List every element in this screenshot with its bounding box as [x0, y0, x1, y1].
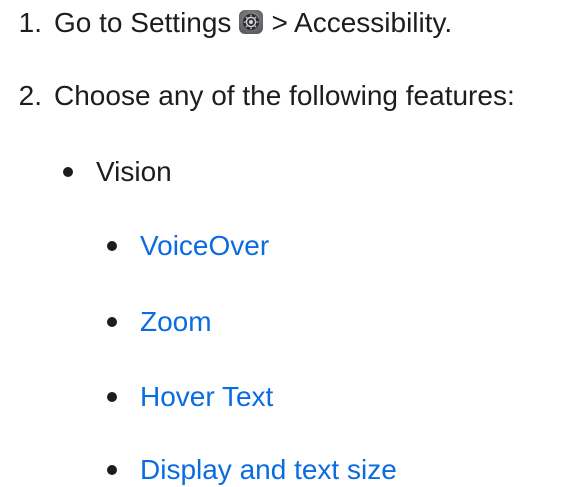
- step-text-after: > Accessibility.: [271, 7, 453, 38]
- bullet-icon: [107, 241, 117, 251]
- step-number: 2.: [18, 80, 42, 111]
- bullet-icon: [107, 317, 117, 327]
- bullet-icon: [107, 465, 117, 475]
- bullet-icon: [63, 167, 73, 177]
- step-text: Choose any of the following features:: [54, 80, 515, 111]
- voiceover-link[interactable]: VoiceOver: [140, 229, 269, 263]
- step-1: 1. Go to Settings > Accessibility.: [0, 6, 453, 40]
- list-item-hover-text: Hover Text: [107, 380, 273, 414]
- step-2: 2. Choose any of the following features:: [0, 79, 515, 113]
- category-vision: Vision: [63, 155, 172, 189]
- step-number: 1.: [18, 7, 42, 38]
- category-label: Vision: [96, 156, 172, 187]
- display-and-text-size-link[interactable]: Display and text size: [140, 453, 397, 487]
- bullet-icon: [107, 392, 117, 402]
- list-item-zoom: Zoom: [107, 305, 212, 339]
- zoom-link[interactable]: Zoom: [140, 305, 212, 339]
- step-text: Go to Settings: [54, 7, 232, 38]
- hover-text-link[interactable]: Hover Text: [140, 380, 273, 414]
- list-item-voiceover: VoiceOver: [107, 229, 269, 263]
- list-item-display-text-size: Display and text size: [107, 453, 397, 487]
- settings-gear-icon: [239, 10, 264, 34]
